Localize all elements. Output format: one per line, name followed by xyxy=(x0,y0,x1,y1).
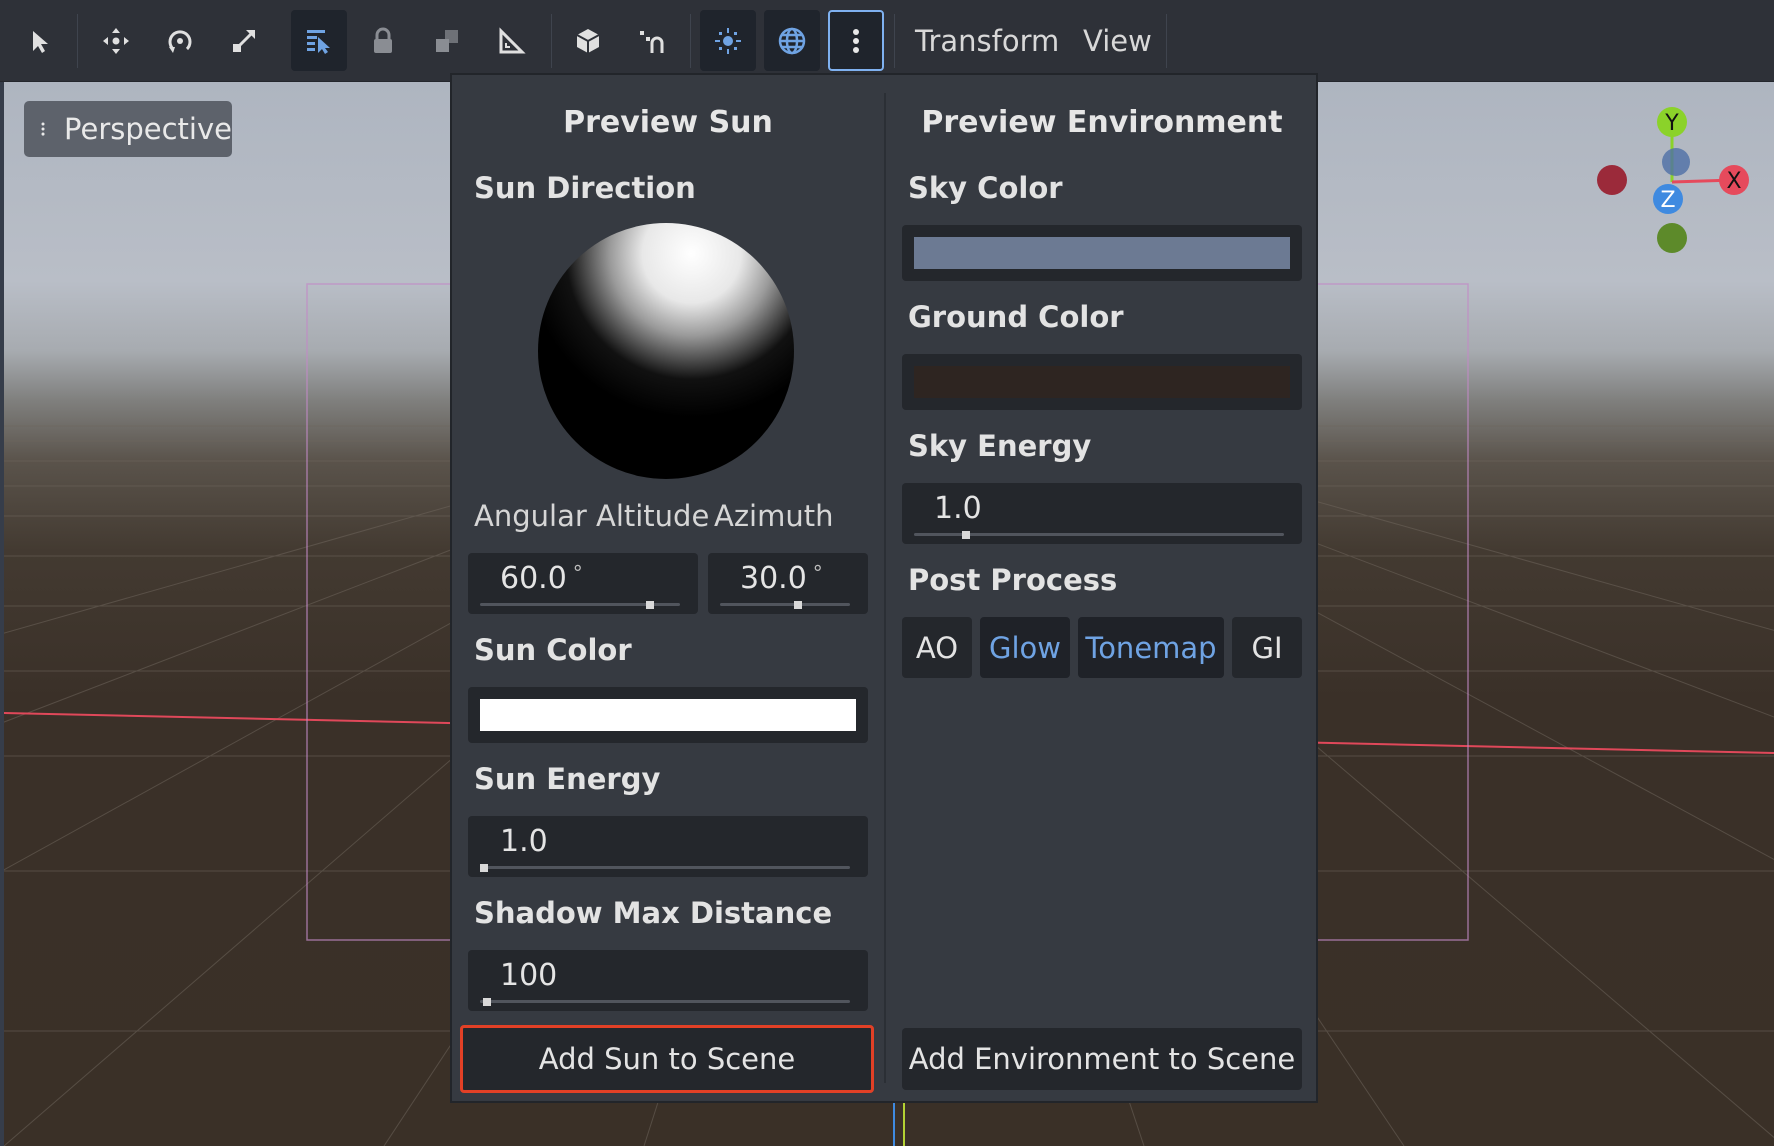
shadow-max-distance-slider-track[interactable] xyxy=(480,1000,850,1003)
rotate-icon xyxy=(168,29,192,53)
sun-color-swatch xyxy=(480,699,856,731)
sun-energy-slider-knob[interactable] xyxy=(479,864,488,872)
sun-direction-sphere[interactable] xyxy=(538,223,794,479)
gi-toggle-button[interactable]: GI xyxy=(1232,617,1302,678)
shadow-max-distance-value: 100 xyxy=(500,958,558,993)
shadow-max-distance-label: Shadow Max Distance xyxy=(474,896,833,930)
arrow-cursor-icon xyxy=(33,30,48,53)
group-icon xyxy=(436,29,458,52)
angular-altitude-spinbox[interactable]: 60.0 ° xyxy=(468,553,698,614)
gizmo-z-label: Z xyxy=(1660,188,1675,213)
sky-energy-value: 1.0 xyxy=(934,491,982,526)
ground-color-picker-button[interactable] xyxy=(902,354,1302,410)
select-tool-button[interactable] xyxy=(12,10,68,71)
globe-icon xyxy=(778,27,806,54)
perspective-menu-button[interactable]: Perspective xyxy=(24,101,232,157)
sun-color-picker-button[interactable] xyxy=(468,687,868,743)
sun-color-label: Sun Color xyxy=(474,633,632,667)
environment-preview-popup: Preview Sun Sun Direction Angular Altitu… xyxy=(450,73,1318,1103)
sun-energy-spinbox[interactable]: 1.0 xyxy=(468,816,868,877)
sky-energy-label: Sky Energy xyxy=(908,429,1092,463)
sun-energy-label: Sun Energy xyxy=(474,762,661,796)
column-divider xyxy=(884,93,886,1083)
preview-environment-title: Preview Environment xyxy=(921,105,1283,140)
preview-environment-toggle[interactable] xyxy=(764,10,820,71)
snap-button[interactable] xyxy=(624,10,680,71)
sun-icon xyxy=(715,27,741,54)
ground-color-swatch xyxy=(914,366,1290,398)
angular-altitude-slider-knob[interactable] xyxy=(646,601,654,609)
rotate-tool-button[interactable] xyxy=(152,10,208,71)
sky-color-label: Sky Color xyxy=(908,171,1063,205)
angular-altitude-label: Angular Altitude xyxy=(474,499,710,533)
lock-icon xyxy=(374,27,392,53)
glow-toggle-button[interactable]: Glow xyxy=(980,617,1070,678)
snap-magnet-icon xyxy=(640,30,664,53)
move-tool-button[interactable] xyxy=(88,10,144,71)
orientation-gizmo[interactable]: Y X Z xyxy=(1588,104,1768,264)
gizmo-y-label: Y xyxy=(1664,111,1679,136)
ao-toggle-button[interactable]: AO xyxy=(902,617,972,678)
view-menu[interactable]: View xyxy=(1083,20,1152,62)
vertical-dots-icon xyxy=(853,28,859,53)
azimuth-label: Azimuth xyxy=(714,499,834,533)
scale-tool-button[interactable] xyxy=(216,10,272,71)
sky-energy-spinbox[interactable]: 1.0 xyxy=(902,483,1302,544)
editor-toolbar: Transform View xyxy=(0,0,1774,82)
preview-sun-toggle[interactable] xyxy=(700,10,756,71)
scale-icon xyxy=(233,29,255,52)
list-select-button[interactable] xyxy=(291,10,347,71)
sky-energy-slider-knob[interactable] xyxy=(961,531,970,539)
sky-color-swatch xyxy=(914,237,1290,269)
angular-altitude-value: 60.0 xyxy=(500,561,567,596)
azimuth-spinbox[interactable]: 30.0 ° xyxy=(708,553,868,614)
shadow-max-distance-slider-knob[interactable] xyxy=(483,998,492,1006)
ruler-button[interactable] xyxy=(483,10,539,71)
lock-button[interactable] xyxy=(355,10,411,71)
post-process-label: Post Process xyxy=(908,563,1118,597)
perspective-label: Perspective xyxy=(64,112,232,146)
azimuth-slider-knob[interactable] xyxy=(794,601,802,609)
sun-energy-slider-track[interactable] xyxy=(480,866,850,869)
move-arrows-icon xyxy=(103,27,129,54)
shadow-max-distance-spinbox[interactable]: 100 xyxy=(468,950,868,1011)
group-button[interactable] xyxy=(419,10,475,71)
list-select-icon xyxy=(307,29,330,54)
azimuth-slider-track[interactable] xyxy=(720,603,850,606)
ground-color-label: Ground Color xyxy=(908,300,1124,334)
sun-direction-label: Sun Direction xyxy=(474,171,696,205)
gizmo-x-label: X xyxy=(1726,169,1741,194)
vertical-dots-icon xyxy=(41,122,45,136)
ruler-icon xyxy=(499,26,526,53)
local-space-button[interactable] xyxy=(560,10,616,71)
azimuth-value: 30.0 xyxy=(740,561,807,596)
tonemap-toggle-button[interactable]: Tonemap xyxy=(1078,617,1224,678)
sky-color-picker-button[interactable] xyxy=(902,225,1302,281)
cube-icon xyxy=(576,28,600,53)
transform-menu[interactable]: Transform xyxy=(915,20,1059,62)
sun-energy-value: 1.0 xyxy=(500,824,548,859)
add-environment-to-scene-button[interactable]: Add Environment to Scene xyxy=(902,1028,1302,1090)
add-sun-to-scene-button[interactable]: Add Sun to Scene xyxy=(460,1025,874,1093)
preview-sun-title: Preview Sun xyxy=(563,105,773,140)
environment-settings-menu-button[interactable] xyxy=(828,10,884,71)
